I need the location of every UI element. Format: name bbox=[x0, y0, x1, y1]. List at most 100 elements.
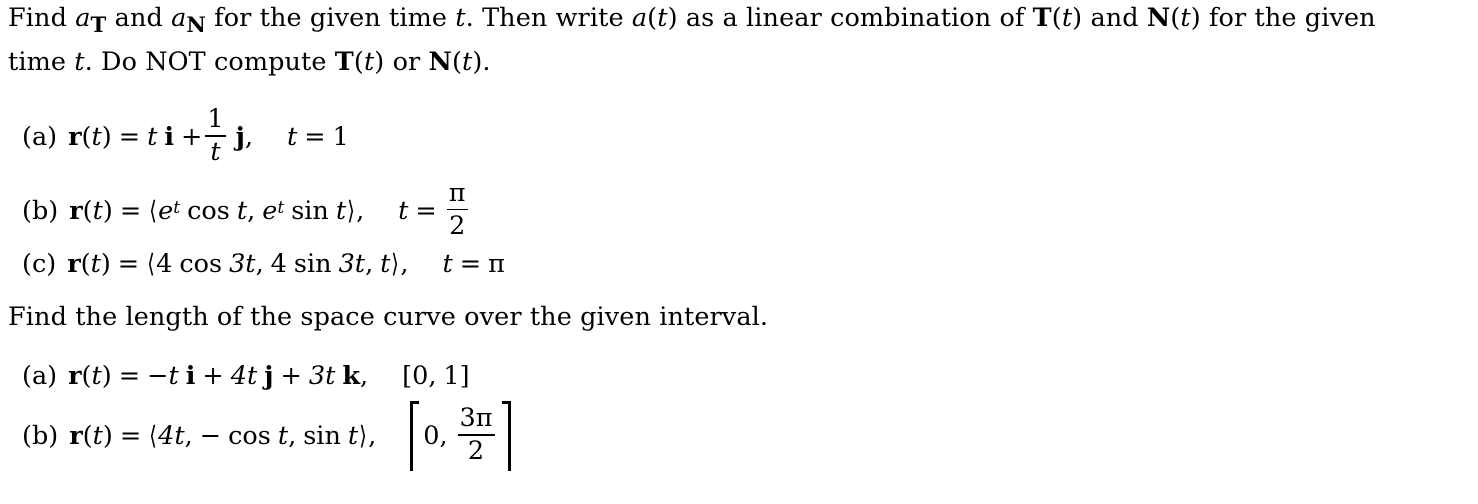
condition-value: 1 bbox=[332, 121, 349, 152]
minus-sign: − bbox=[199, 421, 222, 452]
text-for-given-time: for the given time bbox=[205, 3, 456, 33]
plus-sign-1: + bbox=[202, 361, 224, 392]
coefficient-1: 4 bbox=[156, 249, 173, 280]
symbol-vector-r: r bbox=[68, 361, 82, 392]
item-label-a: (a) bbox=[22, 361, 58, 392]
problem-1-statement-line-2: time t. Do NOT compute T(t) or N(t). bbox=[8, 44, 1478, 80]
angle-bracket-open: ⟨ bbox=[149, 195, 158, 226]
symbol-t-arg-r: t bbox=[91, 121, 102, 152]
interval-comma: , bbox=[428, 361, 437, 392]
paren-close-r: ) bbox=[101, 361, 112, 392]
bracket-left-icon bbox=[410, 401, 420, 471]
paren-open-N-line2: ( bbox=[451, 47, 462, 78]
text-for-the-given: for the given bbox=[1200, 3, 1376, 33]
symbol-a-tangential: a bbox=[75, 3, 91, 33]
unit-vector-j: j bbox=[264, 361, 274, 392]
text-find: Find bbox=[8, 3, 76, 33]
unit-vector-j: j bbox=[235, 121, 245, 152]
condition-value: π bbox=[488, 249, 505, 280]
symbol-t-arg-r: t bbox=[90, 249, 101, 280]
component-comma-1: , bbox=[247, 195, 256, 226]
equals-sign: = bbox=[119, 195, 142, 226]
symbol-vector-r: r bbox=[69, 421, 83, 452]
item-label-b: (b) bbox=[22, 421, 59, 452]
bracket-right-icon bbox=[501, 401, 511, 471]
operator-arg-2: 3t bbox=[338, 249, 366, 280]
item-b-expression: r(t) = ⟨ et cos t, et sin t ⟩, t = π 2 bbox=[69, 177, 468, 241]
spacer-between-problems bbox=[0, 279, 1478, 299]
unit-vector-i: i bbox=[185, 361, 196, 392]
problem-1-statement: Find aT and aN for the given time t. The… bbox=[0, 0, 1478, 80]
symbol-t-line2: t bbox=[74, 47, 85, 78]
fraction-denominator: 2 bbox=[467, 436, 485, 467]
symbol-vector-T: T bbox=[1032, 3, 1052, 33]
spacer-after-statement-1 bbox=[0, 80, 1478, 106]
term-1-coefficient: −t bbox=[147, 361, 179, 392]
item-c-expression: r(t) = ⟨ 4 cos 3t, 4 sin 3t, t ⟩, t = π bbox=[67, 249, 505, 279]
equals-sign: = bbox=[118, 361, 141, 392]
fraction-three-pi-over-2: 3π 2 bbox=[457, 404, 495, 467]
worksheet-page: Find aT and aN for the given time t. The… bbox=[0, 0, 1478, 504]
fraction-one-over-t: 1 t bbox=[205, 104, 226, 168]
subscript-T: T bbox=[90, 13, 107, 39]
paren-open-N: ( bbox=[1170, 3, 1181, 33]
condition-variable: t bbox=[286, 121, 298, 152]
equals-sign: = bbox=[118, 121, 141, 152]
spacer-after-statement-2 bbox=[0, 335, 1478, 361]
list-item: (b) r(t) = ⟨ 4t, − cos t, sin t ⟩, 0 , 3… bbox=[0, 401, 1478, 471]
symbol-a-normal: a bbox=[171, 3, 187, 33]
unit-vector-k: k bbox=[342, 361, 361, 392]
operator-cos: cos bbox=[228, 421, 271, 452]
text-then-write: . Then write bbox=[465, 3, 632, 33]
condition-variable: t bbox=[398, 195, 409, 226]
subscript-N: N bbox=[186, 13, 206, 39]
paren-close-r: ) bbox=[100, 249, 111, 280]
paren-open-r: ( bbox=[81, 361, 92, 392]
symbol-vector-r: r bbox=[67, 249, 81, 280]
text-and: and bbox=[106, 3, 172, 33]
text-do-not-compute: . Do NOT compute bbox=[84, 47, 335, 78]
symbol-a-of-t: a bbox=[631, 3, 648, 33]
term-3-coefficient: 3t bbox=[308, 361, 336, 392]
item-b-expression: r(t) = ⟨ 4t, − cos t, sin t ⟩, 0 , 3π 2 bbox=[69, 401, 511, 471]
item-a-expression: r(t) = t i + 1 t j, t = 1 bbox=[68, 106, 349, 168]
condition-equals: = bbox=[415, 195, 437, 226]
list-item: (b) r(t) = ⟨ et cos t, et sin t ⟩, t = π… bbox=[0, 180, 1478, 242]
symbol-t-arg-T-line2: t bbox=[363, 47, 375, 78]
problem-2-items: (a) r(t) = −t i + 4t j + 3t k, [0 , 1]… bbox=[0, 361, 1478, 471]
paren-close-r: ) bbox=[101, 121, 112, 152]
interval-bracket-open: [ bbox=[402, 361, 413, 392]
paren-close-r: ) bbox=[102, 195, 113, 226]
symbol-t-arg-T: t bbox=[1061, 3, 1073, 33]
comma: , bbox=[368, 421, 377, 452]
paren-open-r: ( bbox=[81, 121, 92, 152]
angle-bracket-close: ⟩ bbox=[391, 249, 400, 280]
item-a-expression: r(t) = −t i + 4t j + 3t k, [0, 1] bbox=[68, 361, 470, 391]
condition-variable: t bbox=[442, 249, 453, 280]
fraction-denominator: t bbox=[210, 137, 221, 168]
list-item: (c) r(t) = ⟨ 4 cos 3t, 4 sin 3t, t ⟩ , t… bbox=[0, 249, 1478, 279]
operator-sin-2: sin bbox=[291, 195, 329, 226]
comma: , bbox=[360, 361, 369, 392]
problem-1-items: (a) r(t) = t i + 1 t j, t = 1 (b) r (t … bbox=[0, 106, 1478, 279]
symbol-vector-N: N bbox=[1146, 3, 1171, 33]
problem-2-statement-text: Find the length of the space curve over … bbox=[8, 302, 769, 333]
component-comma-2: , bbox=[365, 249, 374, 280]
symbol-t-arg-N: t bbox=[1180, 3, 1191, 33]
operator-arg-3: t bbox=[347, 421, 359, 452]
fraction-numerator: 1 bbox=[207, 104, 224, 135]
interval-lower-bound: 0 bbox=[423, 421, 440, 452]
paren-close-T-line2: ) bbox=[374, 47, 385, 78]
fraction-pi-over-2: π 2 bbox=[446, 179, 468, 241]
symbol-vector-N-line2: N bbox=[428, 47, 452, 78]
text-linear-combination: as a linear combination of bbox=[677, 3, 1033, 33]
text-and-2: and bbox=[1082, 3, 1147, 33]
operator-sin: sin bbox=[303, 421, 341, 452]
item-label-a: (a) bbox=[22, 121, 58, 152]
paren-close-N: ) bbox=[1190, 3, 1201, 33]
symbol-t-arg-r: t bbox=[92, 421, 103, 452]
paren-open-r: ( bbox=[80, 249, 91, 280]
symbol-t-arg-N-line2: t bbox=[462, 47, 473, 78]
plus-sign-2: + bbox=[280, 361, 302, 392]
item-label-b: (b) bbox=[22, 195, 59, 226]
